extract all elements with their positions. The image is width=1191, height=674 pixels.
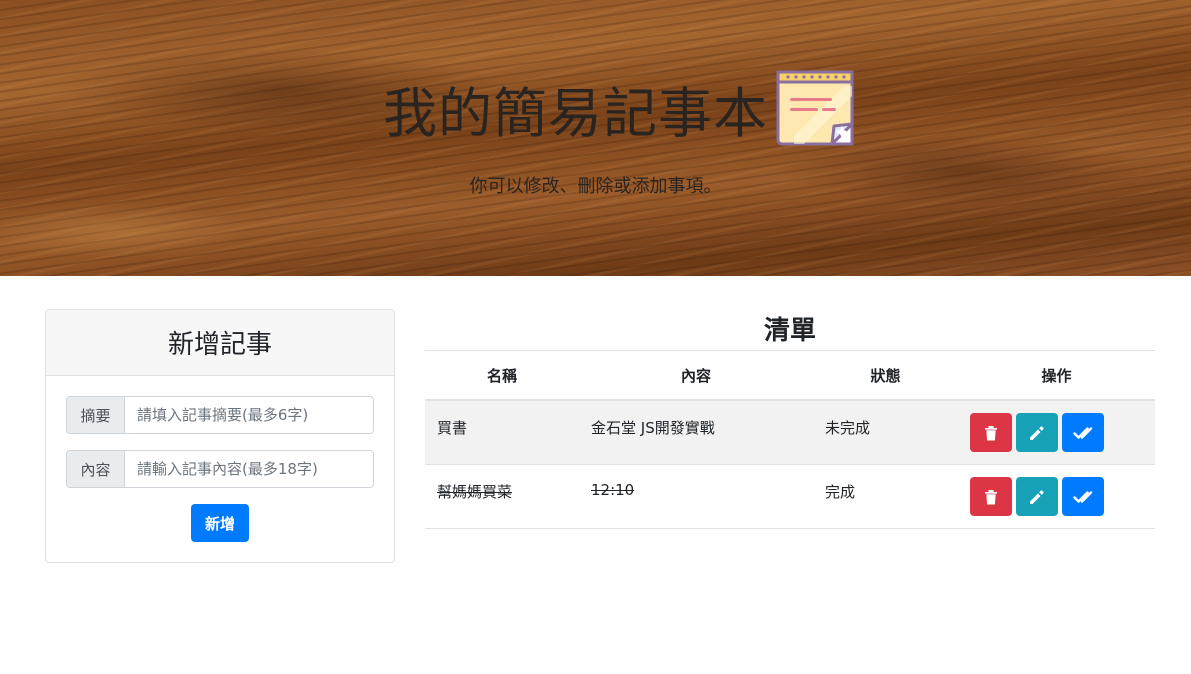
summary-input-group: 摘要 <box>66 396 374 434</box>
row-status: 完成 <box>825 483 856 501</box>
pencil-icon <box>1030 489 1044 504</box>
trash-icon <box>985 489 997 504</box>
add-note-card: 新增記事 摘要 內容 新增 <box>45 309 395 563</box>
header-name: 名稱 <box>486 366 517 385</box>
page-subtitle: 你可以修改、刪除或添加事項。 <box>469 176 722 197</box>
delete-button[interactable] <box>970 477 1012 516</box>
row-actions <box>970 413 1104 452</box>
row-name: 買書 <box>437 419 468 437</box>
pencil-icon <box>1030 425 1044 440</box>
list-title: 清單 <box>763 316 816 346</box>
header-status: 狀態 <box>870 366 901 385</box>
notes-table: 名稱 內容 狀態 操作 買書 金石堂 JS開發實戰 未完成 幫媽媽買菜 12:1… <box>425 350 1155 529</box>
hero-banner: 我的簡易記事本 你可以修改、刪除或添加事項。 <box>0 0 1191 276</box>
table-row: 買書 金石堂 JS開發實戰 未完成 <box>425 401 1155 465</box>
check-double-icon <box>1073 490 1093 503</box>
summary-label: 摘要 <box>67 397 125 433</box>
row-name: 幫媽媽買菜 <box>437 483 513 501</box>
content-input-group: 內容 <box>66 450 374 488</box>
notepad-icon <box>776 70 854 146</box>
edit-button[interactable] <box>1016 477 1058 516</box>
delete-button[interactable] <box>970 413 1012 452</box>
add-button[interactable]: 新增 <box>191 504 249 542</box>
complete-button[interactable] <box>1062 413 1104 452</box>
hero-title-row: 我的簡易記事本 <box>0 66 1191 150</box>
page-title: 我的簡易記事本 <box>383 81 768 145</box>
edit-button[interactable] <box>1016 413 1058 452</box>
row-content: 金石堂 JS開發實戰 <box>591 419 715 437</box>
row-actions <box>970 477 1104 516</box>
summary-input[interactable] <box>125 397 373 433</box>
row-status: 未完成 <box>825 419 871 437</box>
content-label: 內容 <box>67 451 125 487</box>
add-note-title: 新增記事 <box>46 310 394 376</box>
header-ops: 操作 <box>1041 366 1072 385</box>
table-header: 名稱 內容 狀態 操作 <box>425 351 1155 401</box>
check-double-icon <box>1073 426 1093 439</box>
table-row: 幫媽媽買菜 12:10 完成 <box>425 465 1155 529</box>
complete-button[interactable] <box>1062 477 1104 516</box>
row-content: 12:10 <box>591 481 635 499</box>
trash-icon <box>985 425 997 440</box>
header-content: 內容 <box>680 366 711 385</box>
content-input[interactable] <box>125 451 373 487</box>
